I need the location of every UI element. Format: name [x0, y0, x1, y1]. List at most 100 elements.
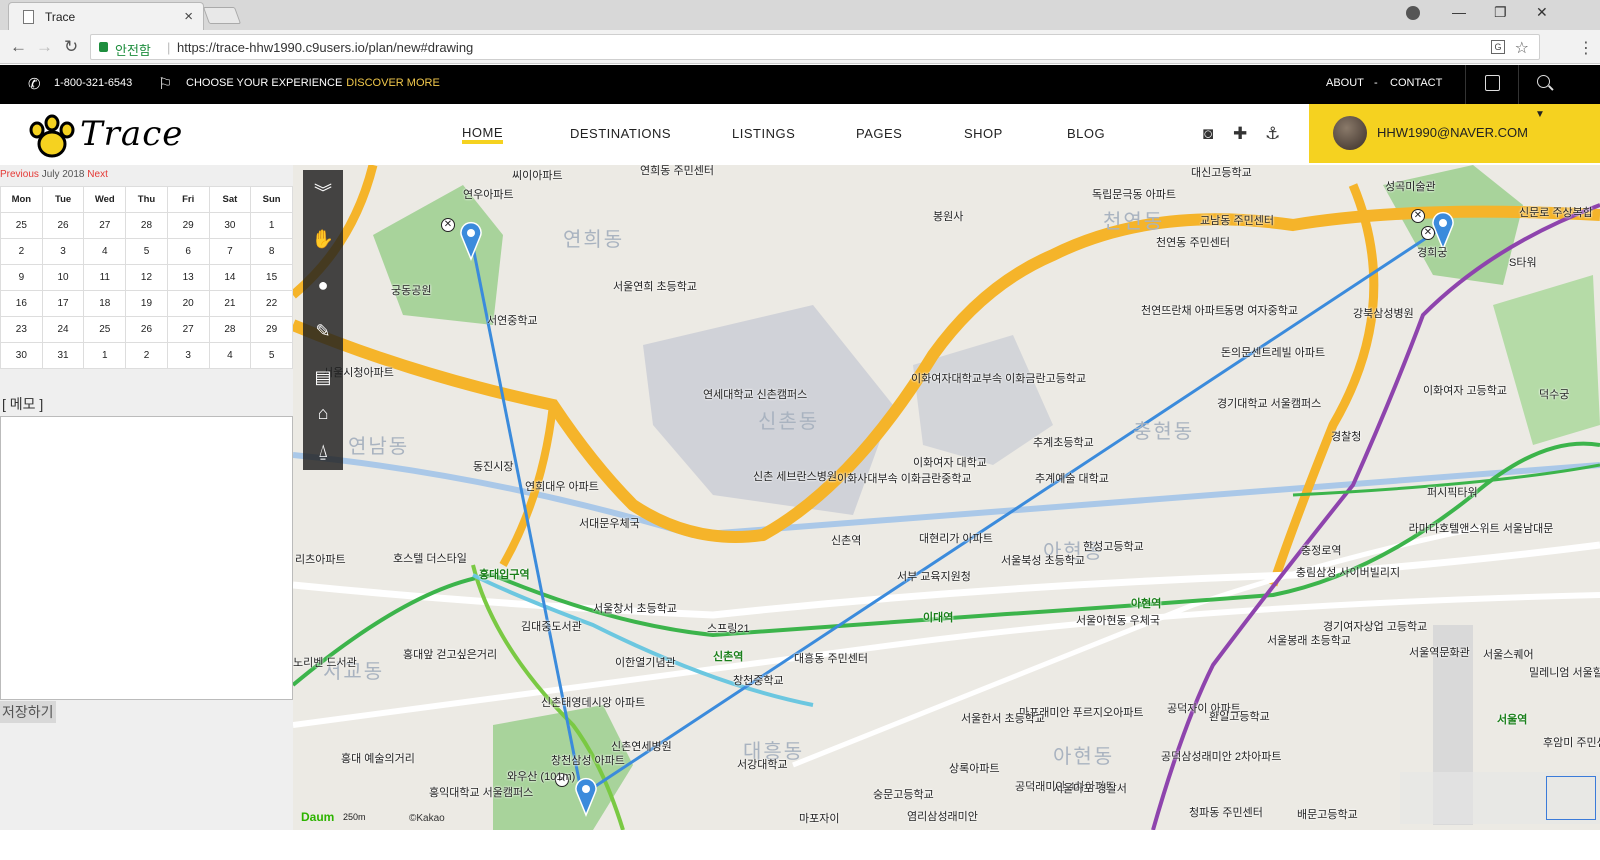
translate-icon[interactable]: G	[1491, 40, 1505, 54]
calendar-day[interactable]: 5	[125, 238, 168, 265]
calendar-day[interactable]: 10	[41, 264, 85, 291]
anchor-icon[interactable]: ⚓	[1265, 124, 1280, 144]
nav-shop[interactable]: SHOP	[964, 126, 1003, 141]
calendar-day[interactable]: 19	[125, 290, 168, 317]
calendar-day[interactable]: 29	[250, 316, 293, 343]
calendar-day[interactable]: 26	[41, 212, 85, 239]
calendar-day[interactable]: 20	[166, 290, 210, 317]
address-bar[interactable]: 안전함 | https://trace-hhw1990.c9users.io/p…	[90, 34, 1540, 60]
experience-text: CHOOSE YOUR EXPERIENCE DISCOVER MORE	[186, 77, 440, 89]
remove-marker-icon[interactable]: ✕	[1421, 226, 1435, 240]
nav-listings[interactable]: LISTINGS	[732, 126, 795, 141]
calendar-day[interactable]: 23	[0, 316, 43, 343]
user-account-box[interactable]: HHW1990@NAVER.COM ▼	[1309, 104, 1600, 163]
calendar-day[interactable]: 9	[0, 264, 43, 291]
calendar-day[interactable]: 21	[208, 290, 252, 317]
search-icon[interactable]	[1537, 75, 1550, 88]
new-tab-button[interactable]	[202, 7, 242, 24]
instagram-icon[interactable]: ◙	[1203, 124, 1213, 144]
maximize-button[interactable]: ❐	[1494, 4, 1507, 21]
calendar-day[interactable]: 27	[166, 316, 210, 343]
calendar-day[interactable]: 25	[0, 212, 43, 239]
calendar-day[interactable]: 30	[0, 342, 43, 369]
chevron-down-icon[interactable]: ▼	[1535, 109, 1545, 120]
calendar-day[interactable]: 27	[83, 212, 127, 239]
calendar-day[interactable]: 11	[83, 264, 127, 291]
browser-tab[interactable]: Trace ×	[8, 2, 204, 30]
reload-icon[interactable]: ↻	[64, 37, 78, 57]
bookmark-star-icon[interactable]: ☆	[1515, 38, 1529, 58]
back-icon[interactable]: ←	[10, 37, 27, 57]
discover-more-link[interactable]: DISCOVER MORE	[346, 77, 440, 89]
map-canvas[interactable]: ✕ ✕ ✕ ✕ 연희동 신촌동 천연동 충현동 대흥동 아현동 서교동 연남동 …	[293, 165, 1600, 830]
calendar-next-link[interactable]: Next	[87, 169, 108, 180]
account-icon[interactable]	[1406, 6, 1420, 20]
add-user-icon[interactable]: ✚	[1233, 124, 1247, 144]
calendar-day[interactable]: 13	[166, 264, 210, 291]
calendar-day[interactable]: 31	[41, 342, 85, 369]
forward-icon[interactable]: →	[36, 37, 53, 57]
calendar-day[interactable]: 15	[250, 264, 293, 291]
calendar-day[interactable]: 12	[125, 264, 168, 291]
calendar-day[interactable]: 4	[83, 238, 127, 265]
remove-marker-icon[interactable]: ✕	[1411, 209, 1425, 223]
calendar-day[interactable]: 3	[166, 342, 210, 369]
route-marker-icon[interactable]	[574, 777, 598, 817]
calendar-day[interactable]: 25	[83, 316, 127, 343]
calendar-day[interactable]: 18	[83, 290, 127, 317]
calendar-day[interactable]: 17	[41, 290, 85, 317]
remove-marker-icon[interactable]: ✕	[441, 218, 455, 232]
map-copyright: ©Kakao	[409, 813, 445, 824]
route-marker-icon[interactable]	[459, 221, 483, 261]
marker-icon[interactable]: ●	[303, 262, 343, 308]
calendar-day[interactable]: 3	[41, 238, 85, 265]
tab-close-button[interactable]: ×	[184, 8, 193, 25]
calendar-day[interactable]: 6	[166, 238, 210, 265]
calendar-day[interactable]: 29	[166, 212, 210, 239]
calendar-day[interactable]: 2	[0, 238, 43, 265]
map-place-label: 경찰청	[1331, 431, 1362, 443]
calendar-day[interactable]: 22	[250, 290, 293, 317]
hand-icon[interactable]: ✋	[303, 216, 343, 262]
logo-text[interactable]: Trace	[80, 114, 183, 154]
collapse-icon[interactable]: ︾	[303, 170, 343, 216]
calendar-day[interactable]: 16	[0, 290, 43, 317]
calendar-day[interactable]: 7	[208, 238, 252, 265]
map-place-label: 밀레니엄 서울힐튼	[1529, 667, 1600, 679]
nav-blog[interactable]: BLOG	[1067, 126, 1105, 141]
landmark-icon[interactable]: ⍙	[303, 428, 343, 474]
minimap-viewport[interactable]	[1546, 776, 1596, 820]
calendar-day[interactable]: 4	[208, 342, 252, 369]
map-place-label: 마포자이	[799, 813, 840, 825]
calendar-day[interactable]: 1	[83, 342, 127, 369]
memo-textarea[interactable]	[0, 416, 293, 700]
contact-link[interactable]: CONTACT	[1390, 77, 1442, 89]
calendar-prev-link[interactable]: Previous	[0, 169, 39, 180]
calendar-day[interactable]: 30	[208, 212, 252, 239]
calendar-day[interactable]: 26	[125, 316, 168, 343]
phone-number[interactable]: 1-800-321-6543	[54, 77, 132, 89]
about-link[interactable]: ABOUT	[1326, 77, 1364, 89]
calendar-day[interactable]: 28	[125, 212, 168, 239]
calendar-day[interactable]: 5	[250, 342, 293, 369]
calendar-day[interactable]: 14	[208, 264, 252, 291]
calendar-day[interactable]: 8	[250, 238, 293, 265]
shopping-bag-icon[interactable]	[1485, 75, 1500, 91]
station-label: 홍대입구역	[479, 569, 530, 581]
nav-destinations[interactable]: DESTINATIONS	[570, 126, 671, 141]
browser-menu-icon[interactable]: ⋮	[1578, 38, 1594, 58]
nav-home[interactable]: HOME	[462, 126, 503, 144]
minimize-button[interactable]: —	[1452, 4, 1466, 20]
map-place-label: 경희궁	[1417, 247, 1448, 259]
paw-logo-icon[interactable]	[28, 114, 76, 160]
calendar-day[interactable]: 2	[125, 342, 168, 369]
save-button[interactable]: 저장하기	[0, 701, 56, 723]
calendar-day[interactable]: 1	[250, 212, 293, 239]
url-text[interactable]: https://trace-hhw1990.c9users.io/plan/ne…	[177, 40, 473, 55]
nav-pages[interactable]: PAGES	[856, 126, 902, 141]
user-email[interactable]: HHW1990@NAVER.COM	[1377, 125, 1528, 140]
calendar-day[interactable]: 28	[208, 316, 252, 343]
calendar-day[interactable]: 24	[41, 316, 85, 343]
pencil-icon[interactable]: ✎	[303, 308, 343, 354]
close-window-button[interactable]: ✕	[1536, 4, 1548, 21]
